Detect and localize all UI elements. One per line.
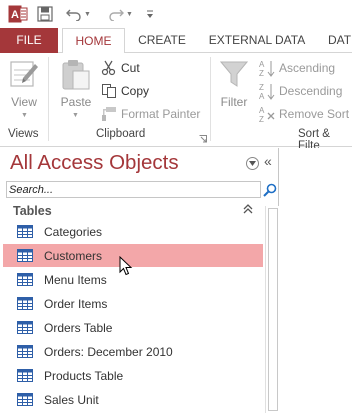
clipboard-group-label: Clipboard (96, 128, 146, 140)
scrollbar-thumb[interactable] (268, 208, 278, 411)
table-icon (17, 393, 33, 406)
search-input[interactable] (7, 182, 260, 198)
tab-external-data[interactable]: EXTERNAL DATA (204, 28, 310, 53)
table-icon (17, 345, 33, 358)
table-icon (17, 249, 33, 262)
shutter-bar-collapse-icon[interactable]: « (264, 153, 272, 169)
paste-icon (62, 60, 90, 90)
table-item-label: Order Items (44, 296, 108, 311)
clipboard-dialog-launcher-icon[interactable] (199, 132, 207, 146)
ascending-button[interactable]: A Z Ascending (259, 58, 335, 78)
filter-button[interactable] (219, 60, 249, 91)
table-item[interactable]: Menu Items (3, 268, 263, 291)
mouse-cursor-icon (119, 255, 133, 279)
copy-label: Copy (121, 84, 150, 98)
search-box (6, 181, 261, 198)
table-icon (17, 273, 33, 286)
sort-ascending-icon: A Z (259, 60, 275, 77)
table-item-label: Sales Unit (44, 392, 99, 407)
cut-label: Cut (121, 61, 140, 75)
format-painter-label: Format Painter (121, 107, 201, 121)
undo-icon[interactable]: ▼ (66, 4, 91, 24)
nav-pane-menu-icon[interactable] (246, 157, 259, 170)
format-painter-button[interactable]: Format Painter (101, 104, 200, 124)
table-icon (17, 297, 33, 310)
table-item[interactable]: Products Table (3, 364, 263, 387)
tab-home[interactable]: HOME (62, 28, 125, 54)
svg-text:A: A (259, 60, 265, 69)
table-item-label: Products Table (44, 368, 124, 383)
table-icon (17, 321, 33, 334)
remove-sort-icon: A Z (259, 106, 275, 123)
table-item[interactable]: Sales Unit (3, 388, 263, 411)
remove-sort-label: Remove Sort (279, 107, 350, 121)
ascending-label: Ascending (279, 61, 336, 75)
table-item[interactable]: Customers (3, 244, 263, 267)
redo-icon[interactable]: ▼ (108, 4, 133, 24)
navigation-pane: All Access Objects « Tables Categories Cu… (3, 148, 279, 413)
views-group-label: Views (8, 128, 39, 140)
svg-text:Z: Z (259, 115, 264, 123)
paste-dropdown-icon[interactable]: ▼ (72, 112, 79, 119)
ribbon: View ▼ Views Paste ▼ Cut Copy Format Pai… (0, 53, 352, 152)
search-icon[interactable] (262, 181, 278, 198)
tab-database-tools[interactable]: DAT (322, 28, 352, 53)
filter-label: Filter (220, 95, 248, 109)
table-item-label: Menu Items (44, 272, 107, 287)
table-item[interactable]: Orders Table (3, 316, 263, 339)
tab-file[interactable]: FILE (0, 28, 58, 53)
copy-icon (102, 84, 116, 98)
tab-create[interactable]: CREATE (133, 28, 191, 53)
table-item[interactable]: Categories (3, 220, 263, 243)
table-item-label: Customers (44, 248, 103, 263)
table-item-label: Orders Table (44, 320, 113, 335)
table-item-label: Categories (44, 224, 103, 239)
cut-button[interactable]: Cut (101, 58, 140, 78)
ribbon-separator (48, 57, 49, 141)
object-list: Categories Customers Menu Items Order Items… (3, 220, 263, 413)
table-item-label: Orders: December 2010 (44, 344, 173, 359)
sort-descending-icon: Z A (259, 83, 275, 100)
view-label: View (11, 95, 37, 109)
view-button[interactable] (9, 58, 39, 93)
paste-label: Paste (60, 95, 92, 109)
format-painter-icon (102, 107, 116, 121)
table-icon (17, 369, 33, 382)
paste-button[interactable] (60, 59, 92, 94)
access-app-icon[interactable]: A (8, 4, 28, 24)
ribbon-tabs: FILE HOME CREATE EXTERNAL DATA DAT (0, 28, 352, 54)
remove-sort-button[interactable]: A Z Remove Sort (259, 104, 349, 124)
svg-text:A: A (259, 106, 265, 115)
descending-label: Descending (279, 84, 343, 98)
nav-pane-title[interactable]: All Access Objects (10, 151, 179, 175)
table-item[interactable]: Orders: December 2010 (3, 340, 263, 363)
view-icon (10, 61, 38, 87)
save-icon[interactable] (37, 4, 53, 24)
collapse-group-icon[interactable] (243, 204, 253, 217)
table-icon (17, 225, 33, 238)
svg-text:Z: Z (259, 83, 264, 92)
svg-text:A: A (11, 9, 19, 21)
ribbon-separator (210, 57, 211, 141)
quick-access-toolbar: A ▼ ▼ (0, 0, 352, 28)
scissors-icon (101, 60, 116, 76)
view-dropdown-icon[interactable]: ▼ (21, 112, 28, 119)
copy-button[interactable]: Copy (101, 81, 149, 101)
filter-icon (219, 61, 249, 87)
customize-qat-icon[interactable] (145, 4, 155, 24)
tables-group-header[interactable]: Tables (13, 204, 52, 218)
svg-text:Z: Z (259, 69, 264, 77)
table-item[interactable]: Order Items (3, 292, 263, 315)
vertical-scrollbar[interactable] (265, 206, 279, 413)
svg-text:A: A (259, 92, 265, 100)
descending-button[interactable]: Z A Descending (259, 81, 342, 101)
